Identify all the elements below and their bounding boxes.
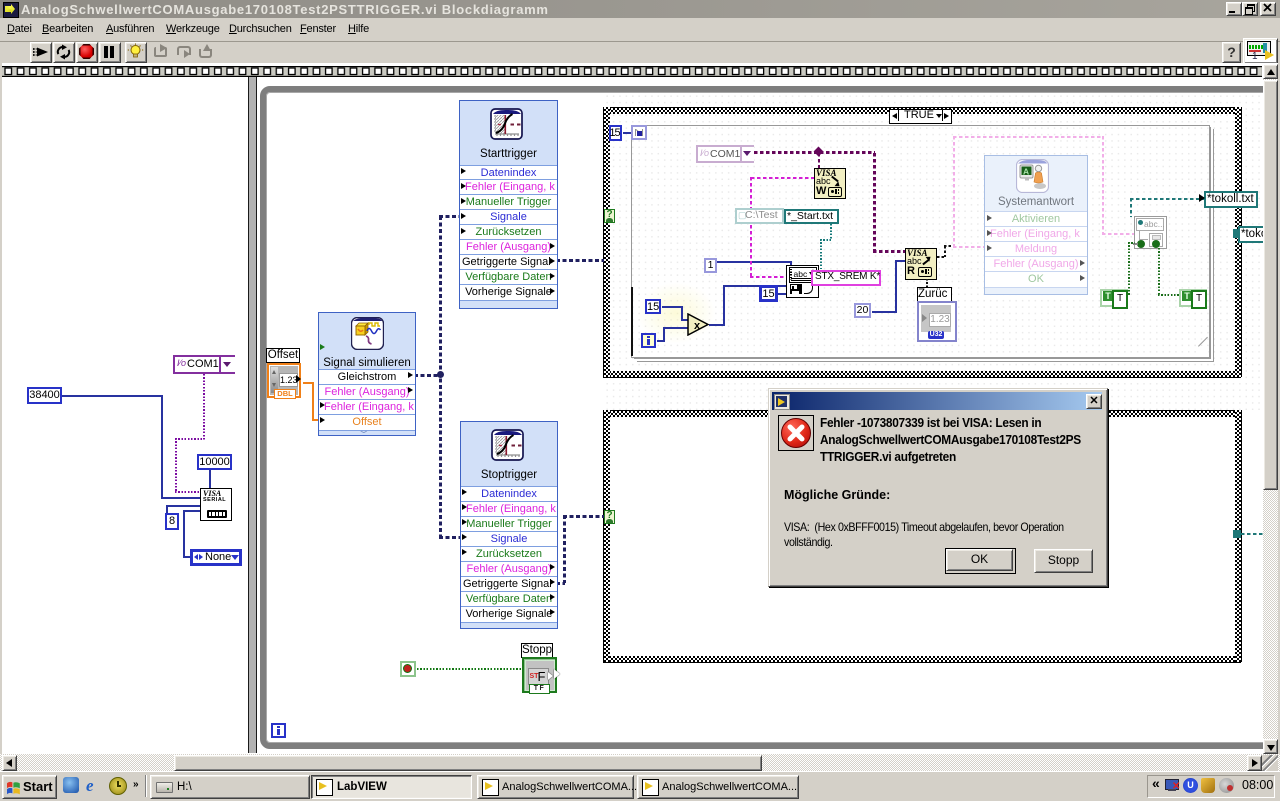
svg-text:x: x — [694, 320, 701, 332]
svg-text:A: A — [1023, 167, 1029, 177]
